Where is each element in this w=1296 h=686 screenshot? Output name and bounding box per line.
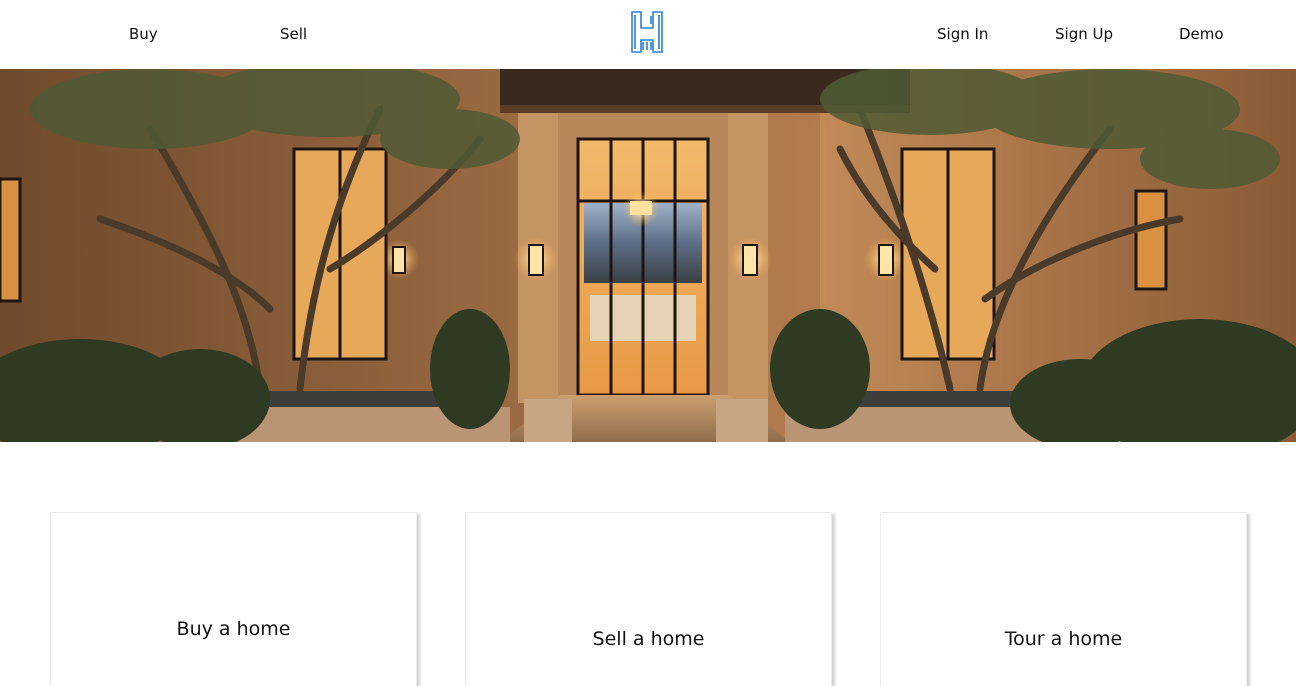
- card-title: Sell a home: [592, 628, 705, 650]
- nav-link-sell[interactable]: Sell: [280, 24, 307, 44]
- h-building-logo-icon[interactable]: [629, 10, 665, 54]
- card-sell-a-home[interactable]: Sell a home: [465, 512, 832, 686]
- nav-link-demo[interactable]: Demo: [1179, 24, 1224, 44]
- top-navigation: Buy Sell Sign In Sign Up Demo: [0, 0, 1296, 69]
- hero-image: [0, 69, 1296, 442]
- nav-link-sign-up[interactable]: Sign Up: [1055, 24, 1113, 44]
- card-title: Tour a home: [1004, 628, 1123, 650]
- card-title: Buy a home: [176, 618, 291, 640]
- nav-link-sign-in[interactable]: Sign In: [937, 24, 988, 44]
- card-tour-a-home[interactable]: Tour a home: [880, 512, 1247, 686]
- card-buy-a-home[interactable]: Buy a home: [50, 512, 417, 686]
- nav-link-buy[interactable]: Buy: [129, 24, 158, 44]
